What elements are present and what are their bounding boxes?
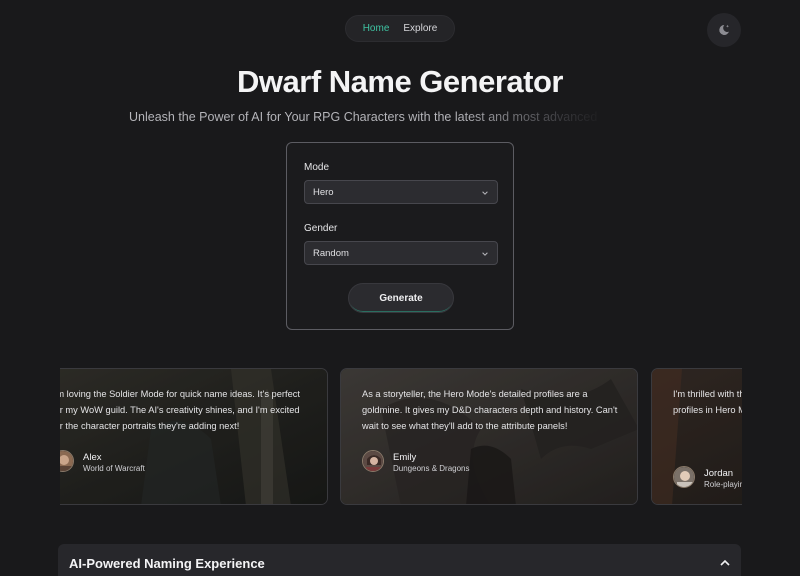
generate-button[interactable]: Generate <box>348 283 454 313</box>
top-nav: Home Explore <box>345 15 455 42</box>
chevron-down-icon <box>482 252 488 256</box>
testimonial-card: I'm thrilled with the customization. It'… <box>651 368 742 505</box>
theme-toggle-button[interactable] <box>707 13 741 47</box>
chevron-up-icon[interactable] <box>719 557 731 569</box>
testimonial-name: Alex <box>83 452 102 463</box>
testimonials-carousel[interactable]: I'm loving the Soldier Mode for quick na… <box>60 368 742 506</box>
moon-sparkle-icon <box>719 24 729 35</box>
testimonial-text: I'm thrilled with the customization. It'… <box>673 389 742 415</box>
avatar <box>362 450 384 472</box>
mode-label: Mode <box>304 162 330 173</box>
testimonial-source: World of Warcraft <box>83 464 145 473</box>
testimonial-source: Dungeons & Dragons <box>393 464 470 473</box>
testimonial-card: I'm loving the Soldier Mode for quick na… <box>60 368 328 505</box>
page-title: Dwarf Name Generator <box>237 64 563 99</box>
mode-select[interactable]: Hero <box>304 180 498 204</box>
generator-form: Mode Hero Gender Random Generate <box>286 142 514 330</box>
feature-accordion[interactable]: AI-Powered Naming Experience <box>58 544 741 576</box>
testimonial-text: As a storyteller, the Hero Mode's detail… <box>362 389 618 431</box>
gender-select[interactable]: Random <box>304 241 498 265</box>
testimonial-card: As a storyteller, the Hero Mode's detail… <box>340 368 638 505</box>
accordion-title: AI-Powered Naming Experience <box>69 556 265 571</box>
gender-label: Gender <box>304 223 338 234</box>
mode-select-value: Hero <box>313 186 334 198</box>
testimonial-text: I'm loving the Soldier Mode for quick na… <box>60 389 300 431</box>
testimonial-source: Role-playing <box>704 480 742 489</box>
chevron-down-icon <box>482 191 488 195</box>
testimonial-name: Jordan <box>704 468 734 479</box>
page-subtitle: Unleash the Power of AI for Your RPG Cha… <box>129 110 598 124</box>
nav-explore-link[interactable]: Explore <box>403 23 437 34</box>
nav-home-link[interactable]: Home <box>363 23 390 34</box>
gender-select-value: Random <box>313 247 349 259</box>
avatar <box>673 466 695 488</box>
testimonial-name: Emily <box>393 452 417 463</box>
